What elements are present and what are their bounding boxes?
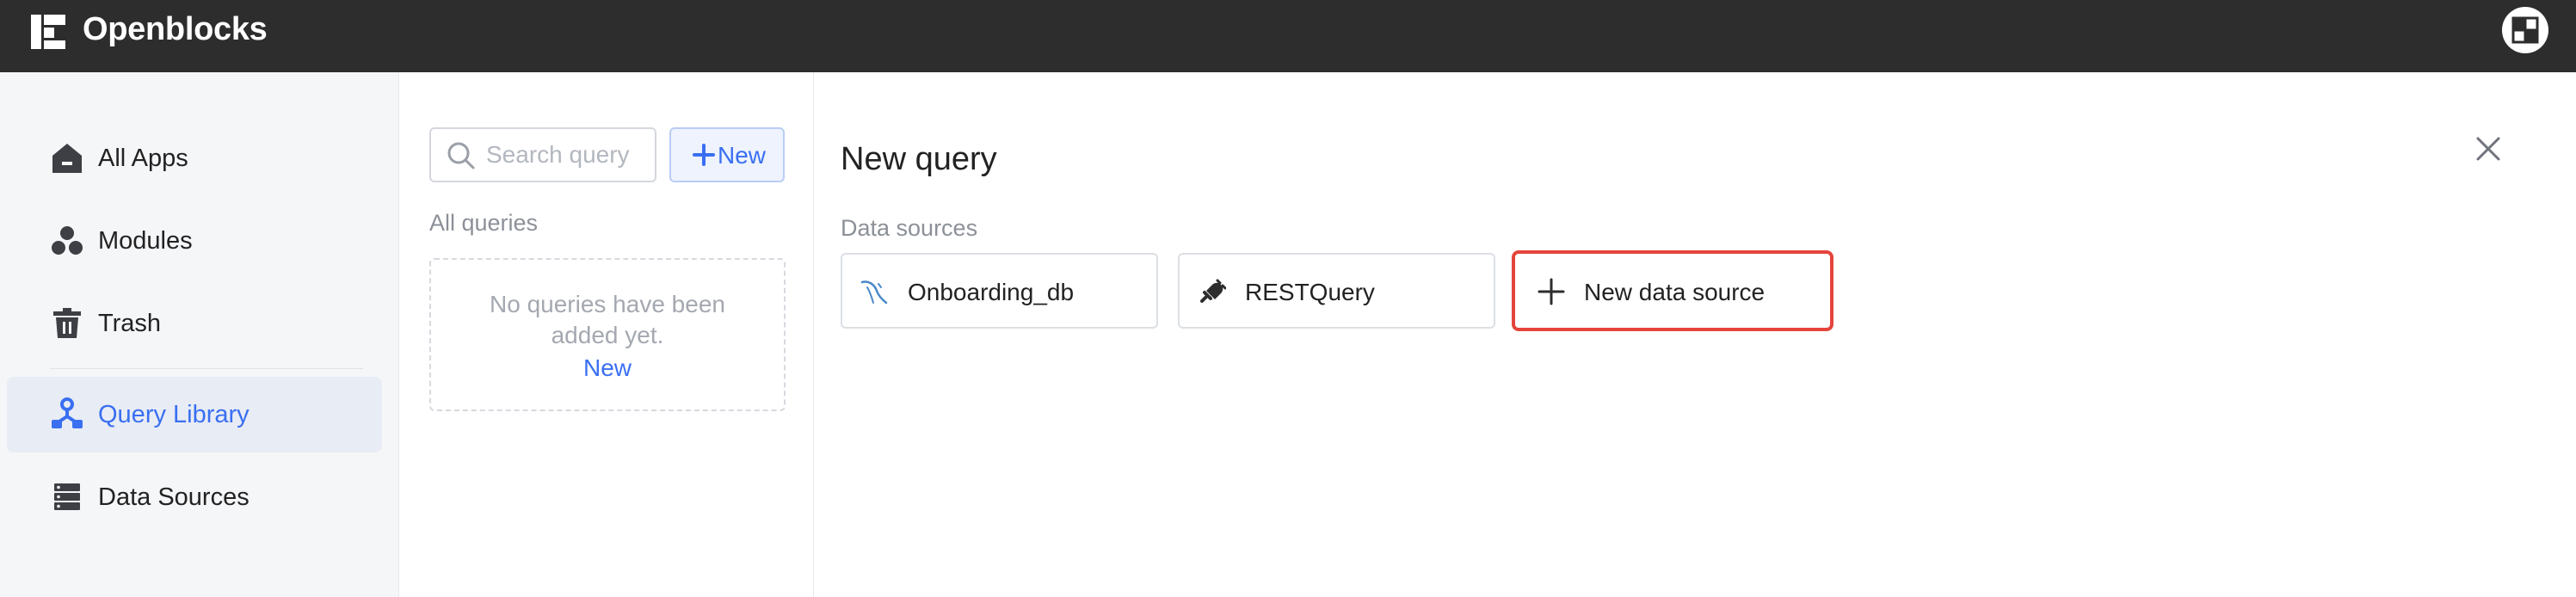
app-title: Openblocks <box>83 11 268 47</box>
sidebar-item-data-sources[interactable]: Data Sources <box>7 459 382 535</box>
trash-icon <box>53 308 81 338</box>
query-library-icon <box>52 397 83 428</box>
sidebar-item-query-library[interactable]: Query Library <box>7 377 382 452</box>
sidebar-item-all-apps[interactable]: All Apps <box>7 120 382 196</box>
sidebar-item-label: All Apps <box>98 145 188 172</box>
sidebar-item-trash[interactable]: Trash <box>7 286 382 361</box>
empty-state: No queries have been added yet. New <box>429 258 786 411</box>
plug-icon <box>1200 279 1226 303</box>
empty-state-new-link[interactable]: New <box>431 353 784 384</box>
search-icon <box>447 142 475 169</box>
plus-icon <box>693 144 715 166</box>
data-source-label: Onboarding_db <box>908 279 1075 305</box>
data-source-label: New data source <box>1584 279 1766 305</box>
close-icon[interactable] <box>2474 134 2503 163</box>
sidebar-item-label: Query Library <box>98 401 250 428</box>
new-query-button[interactable]: New <box>669 127 785 182</box>
data-sources-label: Data sources <box>841 215 978 241</box>
openblocks-logo-icon[interactable] <box>31 15 65 49</box>
data-source-onboarding-db[interactable]: Onboarding_db <box>841 253 1158 329</box>
modules-icon <box>52 226 83 255</box>
home-icon <box>52 144 82 173</box>
new-data-source-button[interactable]: New data source <box>1512 250 1833 331</box>
sidebar-item-label: Trash <box>98 310 162 337</box>
sidebar-item-modules[interactable]: Modules <box>7 203 382 279</box>
sidebar-item-label: Modules <box>98 227 193 255</box>
all-queries-label: All queries <box>429 210 539 236</box>
database-icon <box>54 483 80 510</box>
page-title: New query <box>841 141 997 177</box>
search-box[interactable] <box>429 127 656 182</box>
sidebar-item-label: Data Sources <box>98 483 250 511</box>
data-source-label: RESTQuery <box>1245 279 1375 305</box>
main-content: New query Data sources Onboarding_db RES… <box>815 72 2576 597</box>
avatar-icon[interactable] <box>2502 7 2548 53</box>
query-list-panel: New All queries No queries have been add… <box>400 72 814 597</box>
plus-icon <box>1538 278 1565 305</box>
new-button-label: New <box>718 142 767 169</box>
mysql-icon <box>860 280 888 305</box>
sidebar-divider <box>50 368 363 369</box>
search-input[interactable] <box>486 139 646 170</box>
empty-state-text: No queries have been added yet. <box>490 291 725 348</box>
data-source-restquery[interactable]: RESTQuery <box>1178 253 1495 329</box>
top-bar: Openblocks <box>0 0 2576 72</box>
sidebar: All Apps Modules Trash Query Library Dat… <box>0 72 399 597</box>
